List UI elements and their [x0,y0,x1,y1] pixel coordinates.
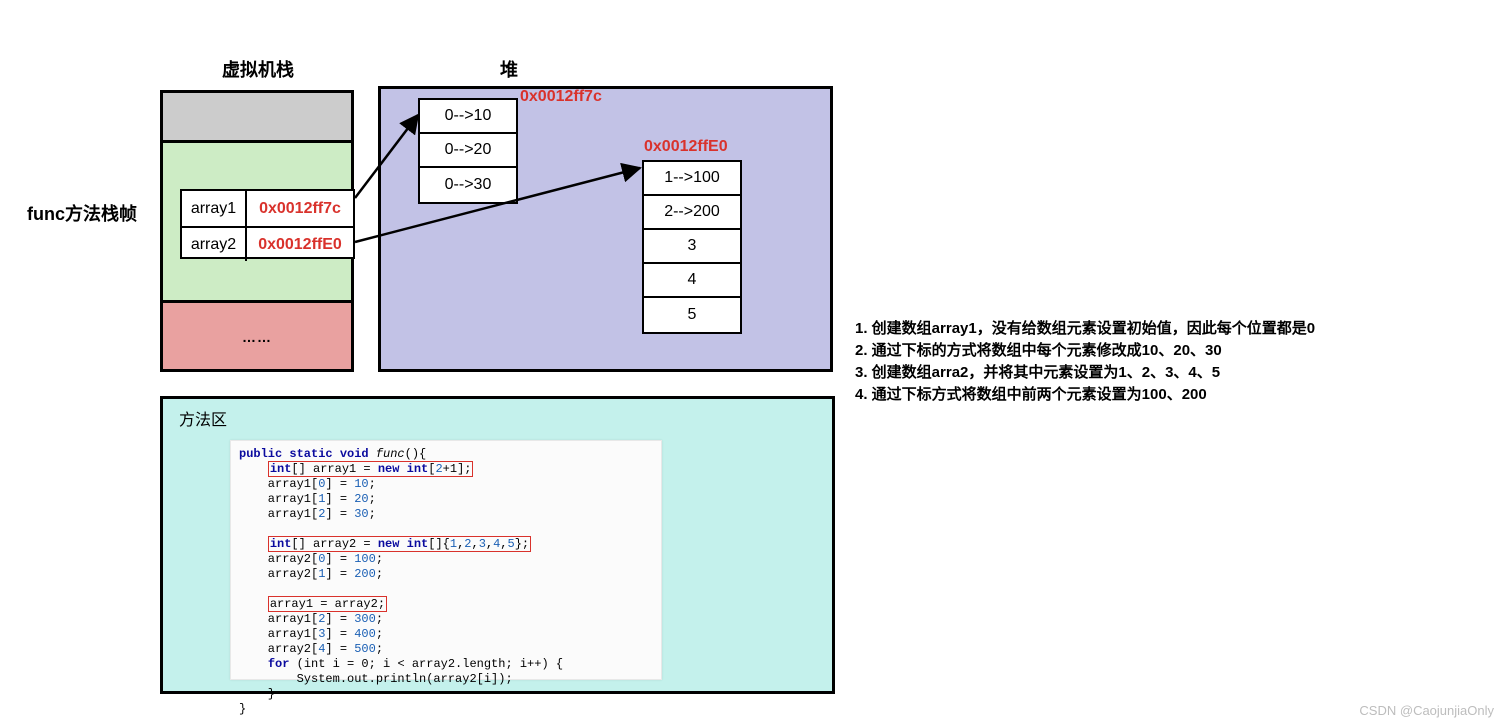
array-cell: 2-->200 [644,196,740,230]
var-addr: 0x0012ff7c [247,191,353,226]
stack-segment-top [163,93,351,143]
stack-title: 虚拟机栈 [222,56,294,82]
var-name: array2 [182,228,247,261]
note-line: 4. 通过下标方式将数组中前两个元素设置为100、200 [855,384,1315,406]
note-line: 3. 创建数组arra2，并将其中元素设置为1、2、3、4、5 [855,362,1315,384]
array-cell: 0-->20 [420,134,516,168]
array-cell: 5 [644,298,740,332]
table-row: array1 0x0012ff7c [182,191,353,226]
var-name: array1 [182,191,247,226]
array-cell: 3 [644,230,740,264]
array-cell: 0-->10 [420,100,516,134]
array-cell: 4 [644,264,740,298]
local-vars-table: array1 0x0012ff7c array2 0x0012ffE0 [180,189,355,259]
var-addr: 0x0012ffE0 [247,228,353,261]
stack-ellipsis: …… [163,303,351,371]
array-cell: 1-->100 [644,162,740,196]
note-line: 1. 创建数组array1，没有给数组元素设置初始值，因此每个位置都是0 [855,318,1315,340]
watermark: CSDN @CaojunjiaOnly [1359,703,1494,718]
code-text: public static void func(){ int[] array1 … [231,441,661,723]
table-row: array2 0x0012ffE0 [182,226,353,261]
explanation-notes: 1. 创建数组array1，没有给数组元素设置初始值，因此每个位置都是0 2. … [855,318,1315,406]
heap-addr-arr1: 0x0012ff7c [520,88,602,106]
method-area-title: 方法区 [179,406,227,430]
code-snippet: public static void func(){ int[] array1 … [230,440,662,680]
heap-title: 堆 [500,56,518,82]
note-line: 2. 通过下标的方式将数组中每个元素修改成10、20、30 [855,340,1315,362]
array-cell: 0-->30 [420,168,516,202]
heap-addr-arr2: 0x0012ffE0 [644,138,728,156]
stack-segment-bottom: …… [163,303,351,369]
heap-array2: 1-->100 2-->200 3 4 5 [642,160,742,334]
heap-array1: 0-->10 0-->20 0-->30 [418,98,518,204]
func-frame-label: func方法栈帧 [27,200,137,226]
